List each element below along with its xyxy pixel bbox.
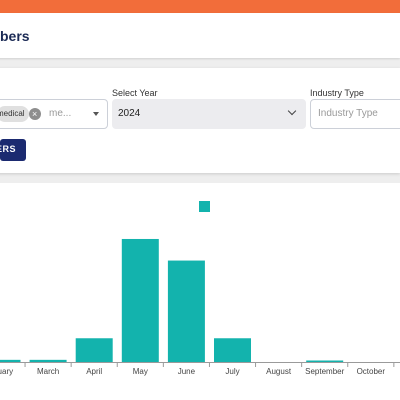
bar-september[interactable]	[306, 360, 344, 363]
bar-june[interactable]	[167, 260, 205, 362]
bar-july[interactable]	[214, 338, 251, 362]
bar-may[interactable]	[121, 238, 159, 362]
legend-swatch[interactable]	[199, 201, 210, 212]
bar-april[interactable]	[75, 338, 113, 362]
x-tick-label: October	[357, 367, 386, 376]
x-tick-label: ruary	[0, 367, 13, 376]
bar-february[interactable]	[0, 359, 21, 362]
x-tick-label: May	[133, 367, 148, 376]
x-tick-label: April	[86, 367, 102, 376]
x-tick-label: September	[305, 367, 344, 376]
members-bar-chart: ruary March April May June July August Septembe…	[0, 201, 400, 376]
x-tick-label: July	[225, 367, 239, 376]
bar-march[interactable]	[29, 359, 67, 362]
x-tick-label: August	[266, 367, 292, 376]
x-tick-label: March	[37, 367, 59, 376]
x-tick-label: June	[178, 367, 196, 376]
